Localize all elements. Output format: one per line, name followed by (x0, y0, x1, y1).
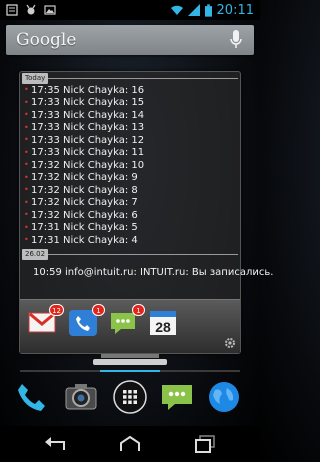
bullet-icon: • (24, 210, 29, 220)
notification-badge: 1 (92, 304, 105, 316)
list-item[interactable]: • 17:31 Nick Chayka: 5 (24, 222, 240, 235)
widget-dock: 12 1 1 28 (20, 299, 240, 353)
notes-notification-icon (6, 4, 18, 16)
bullet-icon: • (24, 85, 29, 95)
bullet-icon: • (24, 235, 29, 245)
date-label: 26.02 (22, 248, 49, 260)
battery-icon (204, 3, 212, 17)
hotseat (0, 378, 260, 422)
bullet-icon: • (24, 185, 29, 195)
status-bar[interactable]: 20:11 (0, 0, 260, 20)
camera-app-icon[interactable] (64, 380, 98, 414)
list-item[interactable]: • 17:32 Nick Chayka: 7 (24, 197, 240, 210)
photo-notification-icon (44, 5, 56, 15)
entry-text: 17:31 Nick Chayka: 4 (31, 234, 138, 246)
entry-text: 17:32 Nick Chayka: 6 (31, 209, 138, 221)
microphone-icon[interactable] (230, 30, 242, 50)
gmail-icon[interactable]: 12 (28, 304, 64, 336)
navigation-bar (0, 426, 260, 462)
entry-text: 17:32 Nick Chayka: 10 (31, 159, 145, 171)
bug-notification-icon (26, 4, 36, 15)
bullet-icon: • (24, 197, 29, 207)
bullet-icon: • (24, 97, 29, 107)
entry-text: 17:33 Nick Chayka: 14 (31, 109, 145, 121)
notification-badge: 12 (49, 304, 64, 316)
date-label: Today (22, 73, 49, 84)
app-drawer-icon[interactable] (113, 380, 147, 414)
bullet-icon: • (24, 147, 29, 157)
list-item[interactable]: • 17:32 Nick Chayka: 8 (24, 184, 240, 197)
signal-icon (187, 4, 200, 16)
entry-text: 17:33 Nick Chayka: 12 (31, 134, 145, 146)
google-logo[interactable]: Google (6, 30, 76, 50)
entry-text: 17:32 Nick Chayka: 9 (31, 172, 138, 184)
date-header-today: Today (22, 73, 238, 84)
entry-text: 17:32 Nick Chayka: 8 (31, 184, 138, 196)
entry-text: 17:35 Nick Chayka: 16 (31, 84, 145, 96)
calendar-icon[interactable]: 28 (149, 308, 177, 336)
entry-text: 17:33 Nick Chayka: 15 (31, 97, 145, 109)
messaging-icon[interactable]: 1 (109, 304, 145, 336)
bullet-icon: • (24, 172, 29, 182)
list-item[interactable]: • 17:32 Nick Chayka: 9 (24, 172, 240, 185)
notes-widget[interactable]: Today • 17:35 Nick Chayka: 16 • 17:33 Nick … (19, 71, 273, 354)
entry-text: 17:33 Nick Chayka: 11 (31, 147, 145, 159)
list-item[interactable]: • 17:33 Nick Chayka: 11 (24, 147, 240, 160)
phone-app-icon[interactable] (14, 380, 48, 414)
clock: 20:11 (216, 2, 254, 18)
entry-text: 17:32 Nick Chayka: 7 (31, 197, 138, 209)
bullet-icon: • (24, 160, 29, 170)
bullet-icon: • (24, 110, 29, 120)
google-search-bar[interactable]: Google (6, 25, 254, 55)
recents-icon[interactable] (194, 435, 216, 453)
messaging-app-icon[interactable] (160, 380, 194, 414)
bullet-icon: • (24, 135, 29, 145)
list-item[interactable]: • 17:35 Nick Chayka: 16 (24, 84, 240, 97)
home-icon[interactable] (119, 435, 141, 453)
calendar-day: 28 (155, 319, 171, 335)
list-item[interactable]: • 17:33 Nick Chayka: 14 (24, 109, 240, 122)
wifi-icon (170, 5, 183, 15)
list-item[interactable]: • 17:32 Nick Chayka: 6 (24, 209, 240, 222)
list-item[interactable]: • 17:31 Nick Chayka: 4 (24, 234, 240, 247)
back-icon[interactable] (44, 435, 66, 453)
bullet-icon: • (24, 122, 29, 132)
entry-text: 17:33 Nick Chayka: 13 (31, 122, 145, 134)
widget-stand-handle (93, 354, 167, 365)
gear-icon[interactable] (224, 337, 236, 349)
page-indicator (20, 370, 240, 372)
list-item[interactable]: • 17:33 Nick Chayka: 15 (24, 97, 240, 110)
list-item[interactable]: • 17:33 Nick Chayka: 12 (24, 134, 240, 147)
bullet-icon: • (24, 222, 29, 232)
phone-icon[interactable]: 1 (69, 304, 105, 336)
entry-list-today: • 17:35 Nick Chayka: 16 • 17:33 Nick Chayka… (20, 84, 240, 247)
date-header-older: 26.02 (22, 248, 238, 260)
list-item[interactable]: • 17:32 Nick Chayka: 10 (24, 159, 240, 172)
list-item[interactable]: 10:59 info@intuit.ru: INTUIT.ru: Вы запи… (20, 260, 273, 278)
list-item[interactable]: • 17:33 Nick Chayka: 13 (24, 122, 240, 135)
notification-badge: 1 (132, 304, 145, 316)
entry-text: 17:31 Nick Chayka: 5 (31, 222, 138, 234)
browser-app-icon[interactable] (207, 380, 241, 414)
